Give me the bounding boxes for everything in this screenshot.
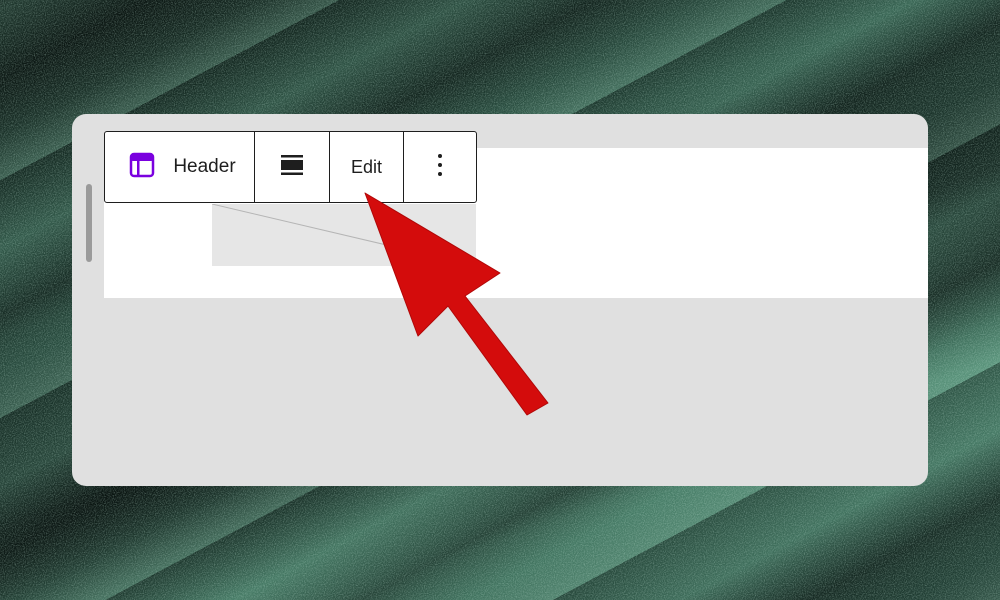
placeholder-diagonal: [212, 204, 476, 266]
block-switcher-button[interactable]: Header: [105, 132, 255, 202]
template-part-icon: [129, 152, 155, 183]
more-vertical-icon: [436, 152, 444, 183]
block-type-label: Header: [173, 156, 236, 177]
image-placeholder[interactable]: [212, 204, 476, 266]
options-button[interactable]: [404, 132, 476, 202]
block-toolbar: Header Edit: [104, 131, 477, 203]
edit-label: Edit: [350, 156, 383, 177]
align-full-icon: [280, 153, 304, 182]
align-button[interactable]: [255, 132, 330, 202]
scrollbar-handle[interactable]: [86, 184, 92, 262]
edit-button[interactable]: Edit: [330, 132, 404, 202]
